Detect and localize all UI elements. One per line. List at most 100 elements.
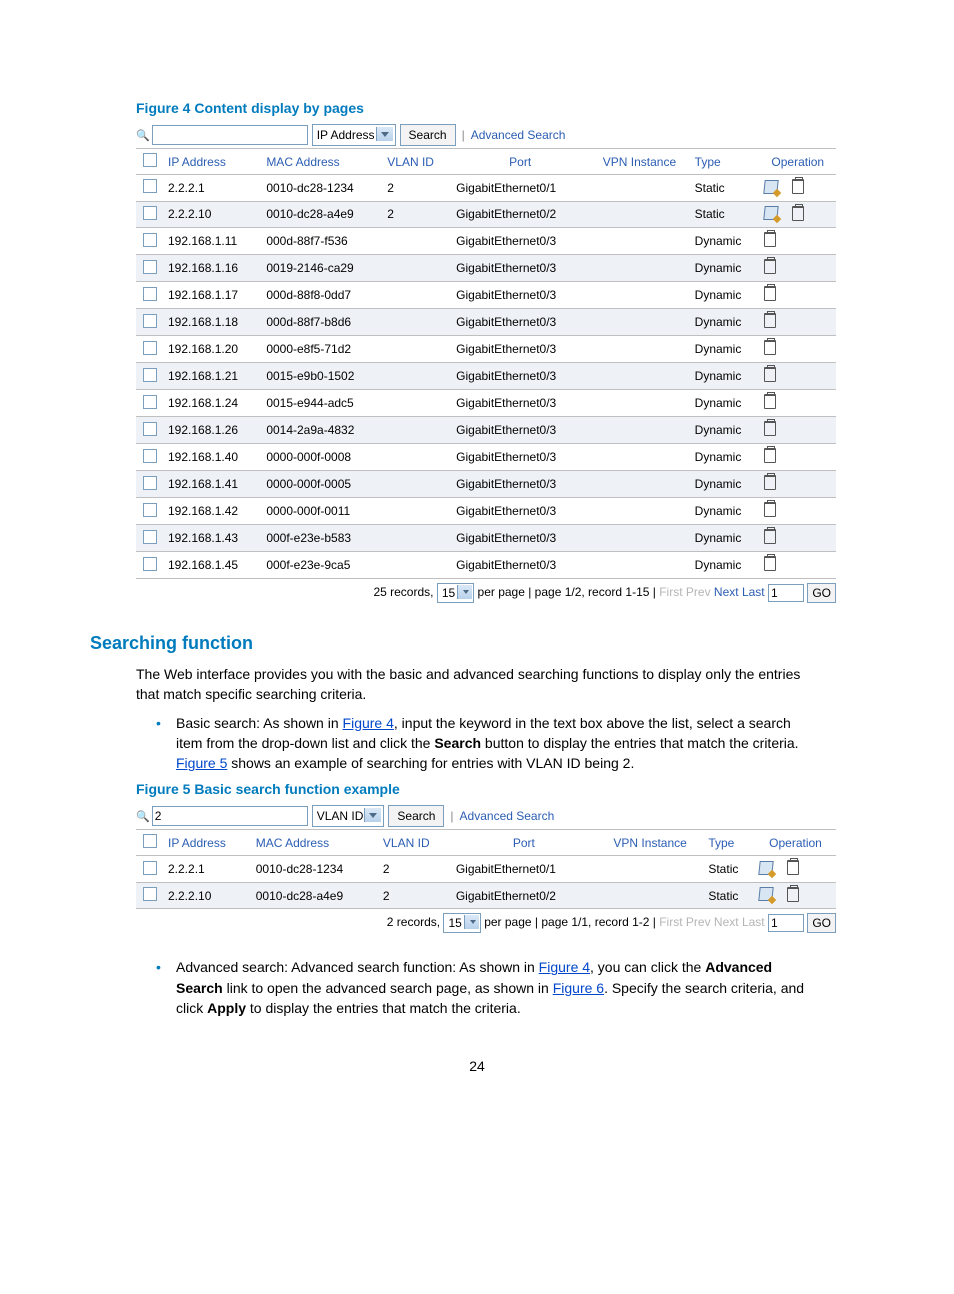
cell-ip: 192.168.1.17	[164, 282, 262, 309]
trash-icon[interactable]	[764, 313, 776, 328]
search-input-f4[interactable]	[152, 125, 308, 145]
cell-vlan	[383, 471, 452, 498]
dropdown-label: IP Address	[317, 128, 375, 142]
row-checkbox[interactable]	[143, 206, 157, 220]
cell-ip: 2.2.2.1	[164, 175, 262, 202]
per-page-dropdown-f4[interactable]: 15	[437, 583, 474, 603]
per-page-dropdown-f5[interactable]: 15	[443, 913, 480, 933]
row-checkbox[interactable]	[143, 287, 157, 301]
row-checkbox[interactable]	[143, 503, 157, 517]
cell-type: Dynamic	[691, 417, 760, 444]
trash-icon[interactable]	[764, 232, 776, 247]
edit-icon[interactable]	[759, 861, 773, 875]
col-port[interactable]: Port	[452, 830, 596, 856]
search-input-f5[interactable]	[152, 806, 308, 826]
trash-icon[interactable]	[764, 448, 776, 463]
trash-icon[interactable]	[764, 421, 776, 436]
trash-icon[interactable]	[764, 556, 776, 571]
search-field-dropdown-f5[interactable]: VLAN ID	[312, 805, 385, 827]
col-ip[interactable]: IP Address	[164, 149, 262, 175]
edit-icon[interactable]	[764, 206, 778, 220]
search-icon: 🔍	[136, 129, 150, 142]
row-checkbox[interactable]	[143, 887, 157, 901]
edit-icon[interactable]	[759, 887, 773, 901]
link-figure4[interactable]: Figure 4	[343, 715, 394, 731]
row-checkbox[interactable]	[143, 395, 157, 409]
col-vpn[interactable]: VPN Instance	[596, 830, 704, 856]
link-figure4-b[interactable]: Figure 4	[539, 959, 590, 975]
col-ip[interactable]: IP Address	[164, 830, 252, 856]
trash-icon[interactable]	[792, 206, 804, 221]
advanced-search-link-f4[interactable]: Advanced Search	[471, 128, 566, 142]
row-checkbox[interactable]	[143, 861, 157, 875]
col-mac[interactable]: MAC Address	[252, 830, 379, 856]
dropdown-label: VLAN ID	[317, 809, 364, 823]
row-checkbox[interactable]	[143, 530, 157, 544]
link-figure6[interactable]: Figure 6	[553, 980, 604, 996]
search-bar-f5: 🔍 VLAN ID Search | Advanced Search	[136, 805, 836, 827]
advanced-search-link-f5[interactable]: Advanced Search	[460, 809, 555, 823]
search-bar-f4: 🔍 IP Address Search | Advanced Search	[136, 124, 836, 146]
col-type[interactable]: Type	[691, 149, 760, 175]
trash-icon[interactable]	[787, 860, 799, 875]
pager-last[interactable]: Last	[742, 585, 765, 599]
trash-icon[interactable]	[764, 475, 776, 490]
trash-icon[interactable]	[792, 179, 804, 194]
checkbox-all-icon[interactable]	[143, 153, 157, 167]
col-vlan[interactable]: VLAN ID	[379, 830, 452, 856]
col-check[interactable]	[136, 830, 164, 856]
go-button-f4[interactable]: GO	[807, 583, 836, 603]
cell-vpn	[588, 552, 690, 579]
search-button-f4[interactable]: Search	[400, 124, 456, 146]
col-vlan[interactable]: VLAN ID	[383, 149, 452, 175]
row-checkbox[interactable]	[143, 179, 157, 193]
cell-ip: 192.168.1.40	[164, 444, 262, 471]
cell-mac: 000d-88f7-f536	[262, 228, 383, 255]
search-field-dropdown-f4[interactable]: IP Address	[312, 124, 396, 146]
trash-icon[interactable]	[764, 286, 776, 301]
chevron-down-icon	[470, 920, 476, 924]
row-checkbox[interactable]	[143, 557, 157, 571]
row-checkbox[interactable]	[143, 449, 157, 463]
cell-port: GigabitEthernet0/3	[452, 444, 588, 471]
page-number-input-f4[interactable]	[768, 584, 804, 602]
edit-icon[interactable]	[764, 180, 778, 194]
col-mac[interactable]: MAC Address	[262, 149, 383, 175]
row-checkbox[interactable]	[143, 260, 157, 274]
link-figure5[interactable]: Figure 5	[176, 755, 227, 771]
checkbox-all-icon[interactable]	[143, 834, 157, 848]
col-port[interactable]: Port	[452, 149, 588, 175]
cell-op	[760, 228, 836, 255]
pager-f4: 25 records, 15 per page | page 1/2, reco…	[136, 579, 836, 603]
row-checkbox[interactable]	[143, 314, 157, 328]
col-type[interactable]: Type	[704, 830, 755, 856]
row-checkbox[interactable]	[143, 233, 157, 247]
row-checkbox[interactable]	[143, 341, 157, 355]
text: button to display the entries that match…	[481, 735, 799, 751]
pager-next[interactable]: Next	[714, 585, 739, 599]
trash-icon[interactable]	[764, 502, 776, 517]
go-button-f5[interactable]: GO	[807, 913, 836, 933]
col-vpn[interactable]: VPN Instance	[588, 149, 690, 175]
col-check[interactable]	[136, 149, 164, 175]
cell-port: GigabitEthernet0/3	[452, 552, 588, 579]
trash-icon[interactable]	[787, 887, 799, 902]
cell-mac: 000f-e23e-9ca5	[262, 552, 383, 579]
row-checkbox[interactable]	[143, 422, 157, 436]
table-row: 192.168.1.11000d-88f7-f536GigabitEtherne…	[136, 228, 836, 255]
row-checkbox[interactable]	[143, 476, 157, 490]
row-checkbox[interactable]	[143, 368, 157, 382]
trash-icon[interactable]	[764, 529, 776, 544]
search-button-f5[interactable]: Search	[388, 805, 444, 827]
trash-icon[interactable]	[764, 340, 776, 355]
trash-icon[interactable]	[764, 367, 776, 382]
trash-icon[interactable]	[764, 259, 776, 274]
cell-vlan	[383, 363, 452, 390]
page-number-input-f5[interactable]	[768, 914, 804, 932]
cell-vpn	[596, 882, 704, 909]
cell-type: Static	[691, 201, 760, 228]
cell-mac: 0000-e8f5-71d2	[262, 336, 383, 363]
cell-port: GigabitEthernet0/1	[452, 856, 596, 883]
cell-ip: 192.168.1.42	[164, 498, 262, 525]
trash-icon[interactable]	[764, 394, 776, 409]
